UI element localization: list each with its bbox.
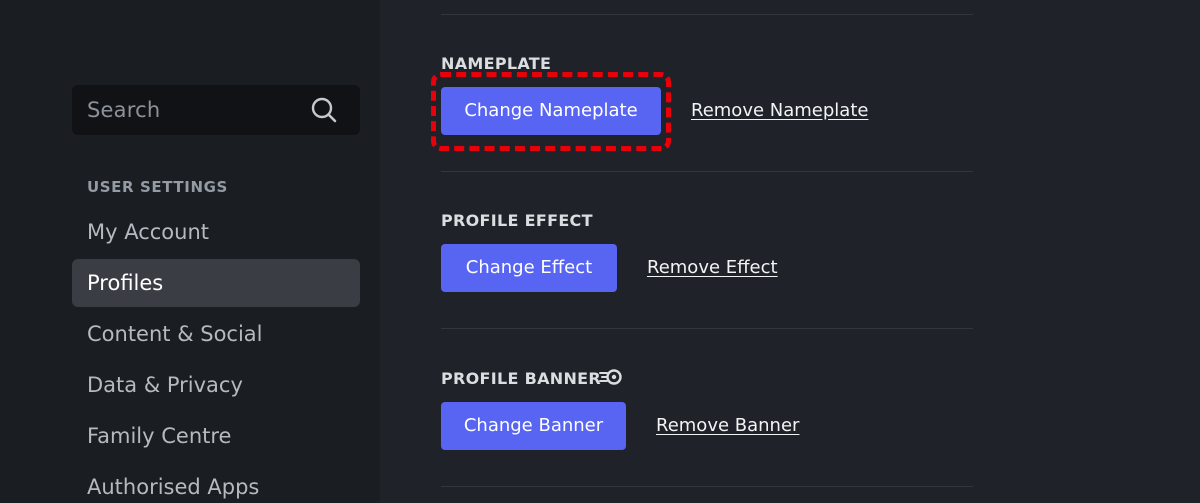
settings-sidebar: Search USER SETTINGS My Account Profiles… xyxy=(0,0,380,503)
nameplate-title: NAMEPLATE xyxy=(441,54,552,73)
sidebar-item-family-centre[interactable]: Family Centre xyxy=(72,412,360,460)
profile-banner-title: PROFILE BANNER xyxy=(441,369,602,388)
sidebar-item-profiles[interactable]: Profiles xyxy=(72,259,360,307)
remove-banner-link[interactable]: Remove Banner xyxy=(656,415,799,436)
sidebar-item-content-social[interactable]: Content & Social xyxy=(72,310,360,358)
change-effect-button[interactable]: Change Effect xyxy=(441,244,617,292)
sidebar-item-my-account[interactable]: My Account xyxy=(72,208,360,256)
divider xyxy=(441,486,973,487)
section-header-user-settings: USER SETTINGS xyxy=(87,178,228,196)
search-placeholder: Search xyxy=(87,98,161,122)
change-nameplate-button[interactable]: Change Nameplate xyxy=(441,87,661,135)
divider xyxy=(441,328,973,329)
search-icon[interactable] xyxy=(310,96,338,124)
divider xyxy=(441,171,973,172)
nitro-icon xyxy=(599,369,622,385)
remove-effect-link[interactable]: Remove Effect xyxy=(647,257,778,278)
divider xyxy=(441,14,973,15)
sidebar-item-authorised-apps[interactable]: Authorised Apps xyxy=(72,463,360,503)
change-banner-button[interactable]: Change Banner xyxy=(441,402,626,450)
sidebar-item-data-privacy[interactable]: Data & Privacy xyxy=(72,361,360,409)
profile-effect-title: PROFILE EFFECT xyxy=(441,211,593,230)
search-input[interactable]: Search xyxy=(72,85,360,135)
remove-nameplate-link[interactable]: Remove Nameplate xyxy=(691,100,868,121)
